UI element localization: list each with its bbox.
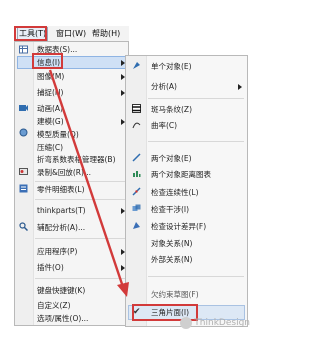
submenu-item-curvature[interactable]: 曲率(C) <box>151 120 177 132</box>
data-table-icon <box>19 45 28 54</box>
menu-separator <box>35 199 127 200</box>
menu-item-image[interactable]: 图像(M) <box>37 71 64 83</box>
menu-item-animation[interactable]: 动画(A) <box>37 103 63 115</box>
menu-item-modeling[interactable]: 建模(G) <box>37 116 64 128</box>
menu-item-record-playback[interactable]: 录制&回放(R)... <box>37 167 91 179</box>
submenu-item-zebra[interactable]: 斑马条纹(Z) <box>151 104 192 116</box>
menu-item-snap[interactable]: 捕捉(N) <box>37 87 63 99</box>
single-object-icon <box>133 62 140 69</box>
info-item-highlight-box <box>32 53 63 69</box>
menu-item-options[interactable]: 选项/属性(O)... <box>37 313 88 325</box>
submenu-item-interference[interactable]: 检查干涉(I) <box>151 204 189 216</box>
record-playback-icon <box>19 168 28 175</box>
submenu-item-two-objects[interactable]: 两个对象(E) <box>151 153 192 165</box>
watermark-logo-icon <box>180 316 193 329</box>
menu-item-bend-table[interactable]: 折弯系数表格管理器(B) <box>37 154 116 166</box>
menu-item-thinkparts[interactable]: thinkparts(T) <box>37 205 86 217</box>
menu-item-assembly-analysis[interactable]: 辅配分析(A)... <box>37 222 85 234</box>
menu-item-plugins[interactable]: 插件(O) <box>37 262 64 274</box>
animation-icon <box>19 105 28 111</box>
menu-separator <box>148 276 244 277</box>
submenu-item-single-object[interactable]: 单个对象(E) <box>151 61 192 73</box>
submenu-item-underconstrained[interactable]: 欠约束草图(F) <box>151 289 199 301</box>
menu-item-keyboard-shortcuts[interactable]: 键盘快捷键(K) <box>37 285 85 297</box>
submenu-item-external-relations[interactable]: 外部关系(N) <box>151 254 192 266</box>
watermark: ThinkDesign <box>180 315 250 331</box>
menu-item-bom[interactable]: 零件明细表(L) <box>37 184 85 196</box>
submenu-item-continuity[interactable]: 检查连续性(L) <box>151 187 199 199</box>
menu-separator <box>35 278 127 279</box>
zebra-stripes-icon <box>132 104 141 113</box>
submenu-item-design-diff[interactable]: 检查设计差异(F) <box>151 221 206 233</box>
menu-help[interactable]: 帮助(H) <box>92 28 120 40</box>
menu-separator <box>148 141 244 142</box>
menu-separator <box>35 181 127 182</box>
model-quality-icon <box>19 128 28 137</box>
menu-item-compress[interactable]: 压缩(C) <box>37 142 63 154</box>
bom-icon <box>19 184 28 193</box>
curvature-icon <box>132 122 141 129</box>
menu-separator <box>35 238 127 239</box>
menu-item-customize[interactable]: 自定义(Z) <box>37 300 71 312</box>
menu-separator <box>148 98 244 99</box>
two-objects-icon <box>132 153 141 162</box>
menu-item-model-quality[interactable]: 模型质量(Q) <box>37 129 79 141</box>
tools-dropdown: 数据表(S)... 信息(I) 图像(M) 捕捉(N) 动画(A) 建模(G) … <box>14 41 129 326</box>
info-submenu: 单个对象(E) 分析(A) 斑马条纹(Z) 曲率(C) 两个对象(E) 两个对象… <box>125 55 248 327</box>
distance-chart-icon <box>133 171 141 177</box>
assembly-analysis-icon <box>19 222 28 231</box>
continuity-icon <box>132 187 141 196</box>
submenu-item-analysis[interactable]: 分析(A) <box>151 81 177 93</box>
tools-menu-highlight-box <box>14 26 47 41</box>
menu-window[interactable]: 窗口(W) <box>56 28 86 40</box>
submenu-arrow-icon <box>238 84 242 90</box>
submenu-item-distance-chart[interactable]: 两个对象距离图表 <box>151 169 211 181</box>
interference-icon <box>132 204 141 211</box>
menu-item-applications[interactable]: 应用程序(P) <box>37 246 77 258</box>
design-diff-icon <box>133 222 140 229</box>
watermark-text: ThinkDesign <box>194 318 250 328</box>
submenu-item-object-relations[interactable]: 对象关系(N) <box>151 238 192 250</box>
